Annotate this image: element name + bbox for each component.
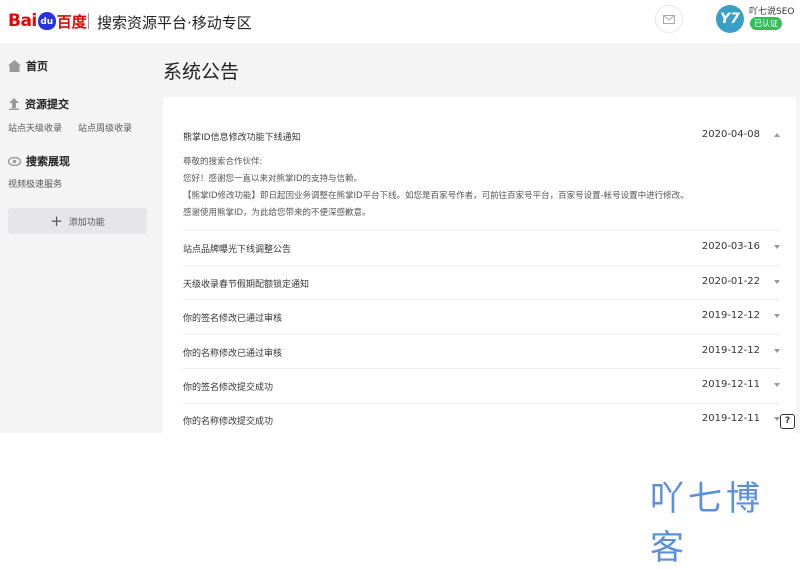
eye-icon — [8, 156, 21, 166]
notice-date: 2020-03-16 — [701, 241, 760, 252]
notice-title[interactable]: 你的签名修改提交成功 — [183, 380, 273, 393]
notice-row[interactable]: 熊掌ID信息修改功能下线通知 2020-04-08 尊敬的搜索合作伙伴: 您好！… — [183, 97, 780, 231]
notice-title[interactable]: 你的签名修改已通过审核 — [183, 311, 282, 324]
app-window: Bai du 百度 搜索资源平台·移动专区 Y7 吖七说SEO 已认证 首页 资… — [0, 0, 800, 433]
notice-title[interactable]: 熊掌ID信息修改功能下线通知 — [183, 130, 301, 143]
watermark-text: 吖七博客 — [650, 479, 764, 568]
notice-row[interactable]: 你的签名修改已通过审核 2019-12-12 — [183, 300, 780, 335]
username[interactable]: 吖七说SEO — [749, 4, 794, 17]
notice-date: 2020-04-08 — [701, 129, 760, 140]
top-bar: Bai du 百度 搜索资源平台·移动专区 Y7 吖七说SEO 已认证 — [0, 0, 800, 43]
chevron-down-icon[interactable] — [774, 383, 780, 387]
sidebar-group-label: 搜索展现 — [26, 155, 70, 168]
notice-body-line: 您好！感谢您一直以来对熊掌ID的支持与信赖。 — [183, 174, 363, 184]
notice-date: 2019-12-11 — [701, 413, 760, 424]
mail-icon — [663, 14, 675, 24]
chevron-down-icon[interactable] — [774, 314, 780, 318]
notice-date: 2020-01-22 — [701, 276, 760, 287]
help-button[interactable]: ? — [780, 414, 795, 429]
mail-button[interactable] — [655, 5, 683, 33]
notice-title[interactable]: 你的名称修改提交成功 — [183, 414, 273, 427]
notice-body-line: 【熊掌ID修改功能】即日起因业务调整在熊掌ID平台下线。如您是百家号作者，可前往… — [183, 191, 689, 201]
sidebar-item-home[interactable]: 首页 — [8, 58, 48, 74]
baidu-logo[interactable]: Bai du 百度 — [8, 9, 87, 33]
site-title: 搜索资源平台·移动专区 — [97, 14, 252, 32]
sidebar-group-resource-submit[interactable]: 资源提交 — [8, 96, 69, 112]
sidebar-item-label: 首页 — [26, 60, 48, 73]
notice-row[interactable]: 你的签名修改提交成功 2019-12-11 — [183, 369, 780, 404]
plus-icon: + — [50, 211, 63, 230]
avatar[interactable]: Y7 — [716, 5, 744, 33]
sidebar-group-search-display[interactable]: 搜索展现 — [8, 153, 70, 169]
notice-date: 2019-12-12 — [701, 310, 760, 321]
notice-row[interactable]: 你的名称修改已通过审核 2019-12-12 — [183, 335, 780, 369]
notice-body-line: 尊敬的搜索合作伙伴: — [183, 157, 263, 167]
logo-text-bai: Bai — [8, 11, 37, 31]
notice-row[interactable]: 站点品牌曝光下线调整公告 2020-03-16 — [183, 231, 780, 266]
chevron-down-icon[interactable] — [774, 245, 780, 249]
notice-date: 2019-12-12 — [701, 345, 760, 356]
chevron-down-icon[interactable] — [774, 349, 780, 353]
notice-row[interactable]: 你的名称修改提交成功 2019-12-11 — [183, 404, 780, 433]
add-feature-button[interactable]: + 添加功能 — [8, 208, 147, 234]
add-feature-label: 添加功能 — [68, 217, 105, 228]
notice-date: 2019-12-11 — [701, 379, 760, 390]
paw-icon: du — [37, 12, 56, 30]
sidebar-item-video-service[interactable]: 视频极速服务 — [8, 177, 62, 190]
notice-title[interactable]: 你的名称修改已通过审核 — [183, 346, 282, 359]
sidebar-item-daily-index[interactable]: 站点天级收录 — [8, 121, 62, 134]
verified-badge: 已认证 — [750, 17, 782, 30]
notice-row[interactable]: 天级收录春节假期配额锁定通知 2020-01-22 — [183, 266, 780, 300]
page-title: 系统公告 — [163, 61, 240, 83]
notice-body-line: 感谢使用熊掌ID，为此给您带来的不便深感歉意。 — [183, 208, 371, 218]
sidebar-item-weekly-index[interactable]: 站点周级收录 — [78, 121, 132, 134]
home-icon — [8, 60, 21, 72]
chevron-up-icon[interactable] — [774, 133, 780, 137]
notice-title[interactable]: 站点品牌曝光下线调整公告 — [183, 242, 291, 255]
logo-divider — [88, 13, 89, 29]
chevron-down-icon[interactable] — [774, 280, 780, 284]
sidebar-group-label: 资源提交 — [25, 98, 69, 111]
logo-text-baidu: 百度 — [56, 12, 87, 31]
notice-panel: 熊掌ID信息修改功能下线通知 2020-04-08 尊敬的搜索合作伙伴: 您好！… — [163, 97, 796, 433]
sidebar: 首页 资源提交 站点天级收录 站点周级收录 搜索展现 视频极速服务 + 添加功能 — [0, 43, 156, 433]
notice-title[interactable]: 天级收录春节假期配额锁定通知 — [183, 277, 309, 290]
upload-icon — [9, 98, 19, 110]
